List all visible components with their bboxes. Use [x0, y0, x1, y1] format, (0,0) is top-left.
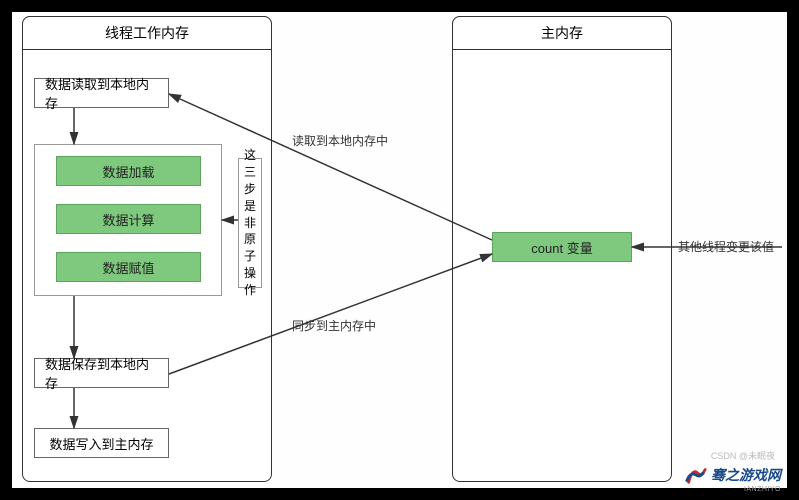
- label-sync-to-main: 同步到主内存中: [292, 317, 376, 334]
- green-data-compute-label: 数据计算: [102, 210, 154, 229]
- box-save-to-local-label: 数据保存到本地内存: [45, 354, 158, 392]
- site-watermark: 骞之游戏网 IANZHIYO: [685, 464, 781, 486]
- thread-working-memory-header: 线程工作内存: [22, 16, 272, 50]
- green-data-load: 数据加载: [56, 156, 201, 186]
- green-data-assign-label: 数据赋值: [102, 258, 154, 277]
- watermark-logo-icon: [685, 464, 707, 486]
- main-memory-header: 主内存: [452, 16, 672, 50]
- green-data-assign: 数据赋值: [56, 252, 201, 282]
- green-data-load-label: 数据加载: [102, 162, 154, 181]
- box-write-to-main-label: 数据写入到主内存: [49, 434, 153, 453]
- box-write-to-main: 数据写入到主内存: [34, 428, 169, 458]
- watermark-sub-text: IANZHIYO: [744, 486, 781, 493]
- label-other-thread: 其他线程变更该值: [678, 238, 774, 255]
- count-variable-box: count 变量: [492, 232, 632, 262]
- main-memory-title: 主内存: [541, 23, 583, 43]
- box-save-to-local: 数据保存到本地内存: [34, 358, 169, 388]
- non-atomic-note-text: 这三步是非原子操作: [244, 147, 256, 298]
- csdn-watermark: CSDN @未眠夜: [711, 449, 775, 462]
- count-variable-label: count 变量: [531, 238, 592, 257]
- watermark-main-text: 骞之游戏网: [711, 465, 781, 485]
- box-read-to-local: 数据读取到本地内存: [34, 78, 169, 108]
- box-read-to-local-label: 数据读取到本地内存: [45, 74, 158, 112]
- green-data-compute: 数据计算: [56, 204, 201, 234]
- thread-working-memory-title: 线程工作内存: [105, 23, 189, 43]
- non-atomic-note: 这三步是非原子操作: [238, 158, 262, 288]
- label-read-to-local: 读取到本地内存中: [292, 132, 388, 149]
